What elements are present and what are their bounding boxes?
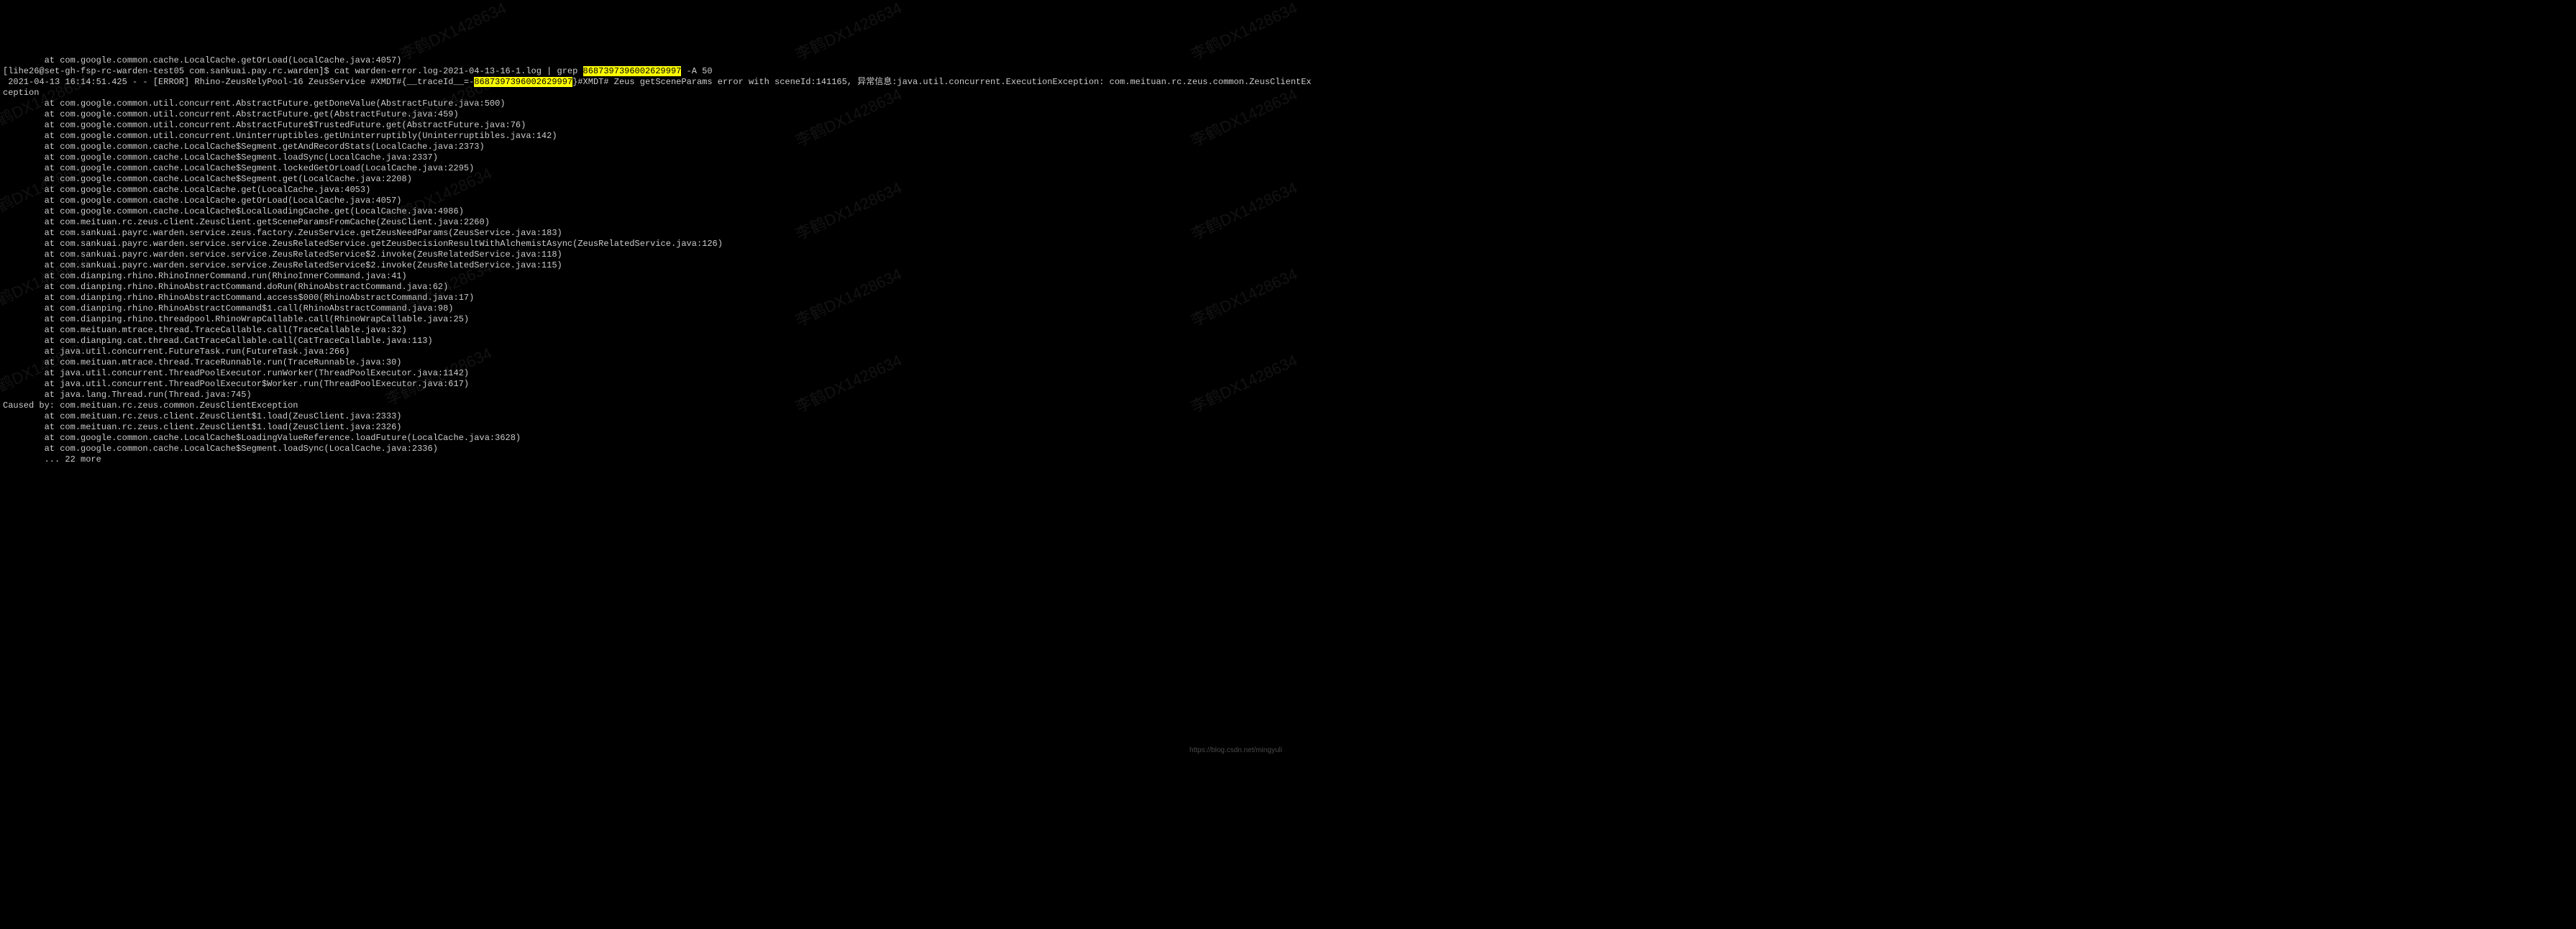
shell-prompt: [lihe26@set-gh-fsp-rc-warden-test05 com.…	[3, 66, 334, 76]
trace-id-match: 8687397396002629997	[474, 77, 572, 87]
stack-trace-line: at com.dianping.rhino.RhinoAbstractComma…	[3, 293, 474, 303]
stack-trace-line: at com.meituan.mtrace.thread.TraceRunnab…	[3, 357, 402, 367]
stack-trace-line: at com.google.common.cache.LocalCache$Se…	[3, 142, 485, 152]
stack-trace-line: at com.google.common.cache.LocalCache.ge…	[3, 196, 402, 206]
stack-trace-line: at com.google.common.cache.LocalCache.ge…	[3, 55, 402, 65]
stack-trace-line: at java.util.concurrent.ThreadPoolExecut…	[3, 368, 469, 378]
error-prefix: 2021-04-13 16:14:51.425 - - [ERROR] Rhin…	[3, 77, 474, 87]
stack-trace-line: at com.sankuai.payrc.warden.service.serv…	[3, 239, 723, 249]
stack-trace-line: at com.dianping.rhino.RhinoAbstractComma…	[3, 282, 448, 292]
stack-trace-line: at com.dianping.rhino.threadpool.RhinoWr…	[3, 314, 469, 324]
command-flags: -A 50	[681, 66, 712, 76]
more-frames-line: ... 22 more	[3, 454, 101, 464]
stack-trace-line: at java.util.concurrent.FutureTask.run(F…	[3, 347, 350, 357]
stack-trace-line: at com.google.common.cache.LocalCache$Se…	[3, 444, 438, 454]
stack-trace-line: at com.dianping.rhino.RhinoAbstractComma…	[3, 303, 454, 314]
command-text: cat warden-error.log-2021-04-13-16-1.log…	[334, 66, 583, 76]
stack-trace-line: at com.google.common.util.concurrent.Abs…	[3, 99, 506, 109]
source-url: https://blog.csdn.net/mingyuli	[1189, 746, 1282, 756]
stack-trace-line: at com.meituan.mtrace.thread.TraceCallab…	[3, 325, 407, 335]
stack-trace-line: at com.google.common.cache.LocalCache$Lo…	[3, 433, 521, 443]
stack-trace-line: at com.google.common.cache.LocalCache$Lo…	[3, 206, 464, 216]
terminal-output[interactable]: at com.google.common.cache.LocalCache.ge…	[3, 45, 1285, 465]
grep-search-term: 8687397396002629997	[583, 66, 682, 76]
error-continuation: ception	[3, 88, 39, 98]
stack-trace-line: at com.sankuai.payrc.warden.service.zeus…	[3, 228, 562, 238]
stack-trace-line: at com.meituan.rc.zeus.client.ZeusClient…	[3, 411, 402, 421]
command-prompt-line: [lihe26@set-gh-fsp-rc-warden-test05 com.…	[3, 66, 713, 76]
stack-trace-line: at com.google.common.cache.LocalCache.ge…	[3, 185, 370, 195]
stack-trace-line: at java.util.concurrent.ThreadPoolExecut…	[3, 379, 469, 389]
stack-trace-line: at com.google.common.cache.LocalCache$Se…	[3, 163, 474, 173]
error-suffix: }#XMDT# Zeus getSceneParams error with s…	[572, 77, 1311, 87]
stack-trace-line: at com.sankuai.payrc.warden.service.serv…	[3, 250, 562, 260]
stack-trace-line: at com.google.common.util.concurrent.Abs…	[3, 120, 526, 130]
stack-trace-line: at com.sankuai.payrc.warden.service.serv…	[3, 260, 562, 270]
stack-trace-line: at com.google.common.util.concurrent.Abs…	[3, 109, 459, 119]
error-log-line: 2021-04-13 16:14:51.425 - - [ERROR] Rhin…	[3, 77, 1312, 87]
stack-trace-line: at java.lang.Thread.run(Thread.java:745)	[3, 390, 252, 400]
stack-trace-line: at com.dianping.cat.thread.CatTraceCalla…	[3, 336, 433, 346]
stack-trace-line: at com.google.common.cache.LocalCache$Se…	[3, 152, 438, 163]
stack-trace-line: at com.meituan.rc.zeus.client.ZeusClient…	[3, 422, 402, 432]
stack-trace-line: at com.meituan.rc.zeus.client.ZeusClient…	[3, 217, 490, 227]
stack-trace-line: at com.dianping.rhino.RhinoInnerCommand.…	[3, 271, 407, 281]
stack-trace-line: at com.google.common.util.concurrent.Uni…	[3, 131, 557, 141]
caused-by-line: Caused by: com.meituan.rc.zeus.common.Ze…	[3, 401, 298, 411]
stack-trace-line: at com.google.common.cache.LocalCache$Se…	[3, 174, 412, 184]
